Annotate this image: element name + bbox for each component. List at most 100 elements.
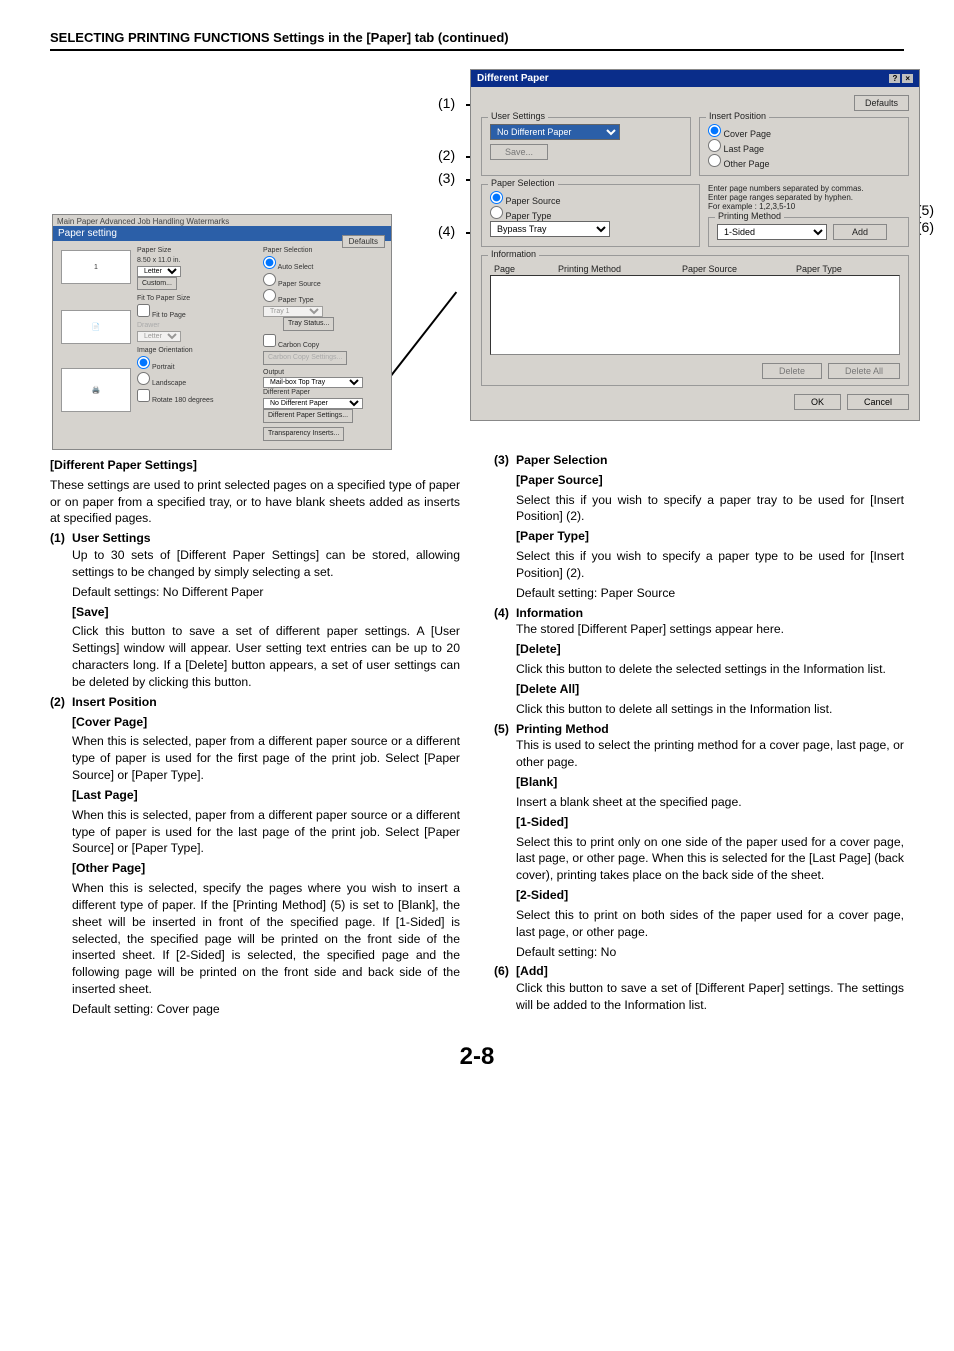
orient-label: Image Orientation — [137, 346, 257, 356]
t5d: [2-Sided] — [494, 887, 904, 904]
information-legend: Information — [488, 249, 539, 259]
paper-source-radio[interactable] — [490, 191, 503, 204]
user-settings-group: User Settings No Different Paper Save... — [481, 117, 691, 176]
body-columns: [Different Paper Settings] These setting… — [50, 452, 904, 1021]
p2d: Default setting: Cover page — [50, 1001, 460, 1018]
p1s: Click this button to save a set of diffe… — [50, 623, 460, 690]
p5a: This is used to select the printing meth… — [494, 737, 904, 771]
right-column: (3)Paper Selection [Paper Source] Select… — [494, 452, 904, 1021]
fit-checkbox[interactable] — [137, 304, 150, 317]
t5b: [Blank] — [494, 774, 904, 791]
ps-src-label: Paper Source — [278, 281, 321, 288]
paper-selection-group: Paper Selection Paper Source Paper Type … — [481, 184, 700, 247]
t4: Information — [516, 605, 583, 622]
t2c: [Other Page] — [50, 860, 460, 877]
delete-all-button[interactable]: Delete All — [828, 363, 900, 379]
callout-4: (4) — [438, 223, 455, 239]
delete-button[interactable]: Delete — [762, 363, 822, 379]
defaults-button[interactable]: Defaults — [342, 235, 385, 248]
insert-position-legend: Insert Position — [706, 111, 769, 121]
bypass-select[interactable]: Bypass Tray — [490, 221, 610, 237]
t3b: [Paper Type] — [494, 528, 904, 545]
cancel-button[interactable]: Cancel — [847, 394, 909, 410]
n4: (4) — [494, 605, 516, 622]
rotate-checkbox[interactable] — [137, 389, 150, 402]
paper-size-value: 8.50 x 11.0 in. — [137, 256, 257, 266]
printing-method-group: Printing Method 1-Sided Add — [708, 217, 909, 247]
thumbnail-3: 🖨️ — [61, 368, 131, 412]
col-printing-method: Printing Method — [558, 264, 678, 274]
dp-defaults-button[interactable]: Defaults — [854, 95, 909, 111]
t5c: [1-Sided] — [494, 814, 904, 831]
tabs[interactable]: Main Paper Advanced Job Handling Waterma… — [53, 215, 391, 226]
p4c: Click this button to delete all settings… — [494, 701, 904, 718]
user-settings-select[interactable]: No Different Paper — [490, 124, 620, 140]
p2a: When this is selected, paper from a diff… — [50, 733, 460, 783]
t6: [Add] — [516, 963, 548, 980]
t3: Paper Selection — [516, 452, 607, 469]
p3a: Select this if you wish to specify a pap… — [494, 492, 904, 526]
ps-src-radio[interactable] — [263, 273, 276, 286]
page-number: 2-8 — [50, 1043, 904, 1071]
paper-size-select[interactable]: Letter — [137, 266, 181, 277]
p3b: Select this if you wish to specify a pap… — [494, 548, 904, 582]
col-paper-source: Paper Source — [682, 264, 792, 274]
cover-page-label: Cover Page — [724, 129, 772, 139]
p1a: Up to 30 sets of [Different Paper Settin… — [50, 547, 460, 581]
t2: Insert Position — [72, 694, 157, 711]
save-button[interactable]: Save... — [490, 144, 548, 160]
last-page-radio[interactable] — [708, 139, 721, 152]
cover-page-radio[interactable] — [708, 124, 721, 137]
tray-status-button[interactable]: Tray Status... — [283, 317, 334, 331]
output-select[interactable]: Mail-box Top Tray — [263, 377, 363, 388]
t3a: [Paper Source] — [494, 472, 904, 489]
add-button[interactable]: Add — [833, 224, 887, 240]
p3c: Default setting: Paper Source — [494, 585, 904, 602]
ps-type-radio[interactable] — [263, 289, 276, 302]
callout-3: (3) — [438, 170, 455, 186]
transparency-button[interactable]: Transparency Inserts... — [263, 427, 344, 441]
p6a: Click this button to save a set of [Diff… — [494, 980, 904, 1014]
paper-source-label: Paper Source — [506, 196, 561, 206]
auto-select-label: Auto Select — [278, 264, 314, 271]
info-listbox[interactable] — [490, 275, 900, 355]
paper-type-radio[interactable] — [490, 206, 503, 219]
diffpaper-select[interactable]: No Different Paper — [263, 398, 363, 409]
p5e: Default setting: No — [494, 944, 904, 961]
help-icon[interactable]: ? — [889, 74, 900, 83]
callout-2: (2) — [438, 147, 455, 163]
tray-select: Tray 1 — [263, 306, 323, 317]
thumbnail-2: 📄 — [61, 310, 131, 344]
n6: (6) — [494, 963, 516, 980]
diffpaper-settings-button[interactable]: Different Paper Settings... — [263, 409, 353, 423]
rotate-label: Rotate 180 degrees — [152, 397, 214, 404]
n5: (5) — [494, 721, 516, 738]
pointer-line — [385, 291, 456, 382]
printing-method-select[interactable]: 1-Sided — [717, 224, 827, 240]
paper-setting-dialog: Main Paper Advanced Job Handling Waterma… — [52, 214, 392, 450]
title-bar: Paper setting — [53, 226, 391, 241]
printing-method-legend: Printing Method — [715, 211, 784, 221]
other-page-radio[interactable] — [708, 154, 721, 167]
p1b: Default settings: No Different Paper — [50, 584, 460, 601]
landscape-radio[interactable] — [137, 372, 150, 385]
close-icon[interactable]: × — [902, 74, 913, 83]
n3: (3) — [494, 452, 516, 469]
custom-button[interactable]: Custom... — [137, 277, 177, 291]
t5: Printing Method — [516, 721, 609, 738]
other-page-label: Other Page — [724, 159, 770, 169]
carbon-checkbox[interactable] — [263, 334, 276, 347]
page-hint-1: Enter page numbers separated by commas. — [708, 184, 909, 193]
page-hint-2: Enter page ranges separated by hyphen. — [708, 193, 909, 202]
dps-text: These settings are used to print selecte… — [50, 477, 460, 527]
drawer-select: Letter — [137, 331, 181, 342]
n1: (1) — [50, 530, 72, 547]
output-label: Output — [263, 368, 383, 378]
portrait-label: Portrait — [152, 364, 175, 371]
ok-button[interactable]: OK — [794, 394, 841, 410]
last-page-label: Last Page — [724, 144, 765, 154]
t4b: [Delete] — [494, 641, 904, 658]
auto-select-radio[interactable] — [263, 256, 276, 269]
user-settings-legend: User Settings — [488, 111, 548, 121]
portrait-radio[interactable] — [137, 356, 150, 369]
